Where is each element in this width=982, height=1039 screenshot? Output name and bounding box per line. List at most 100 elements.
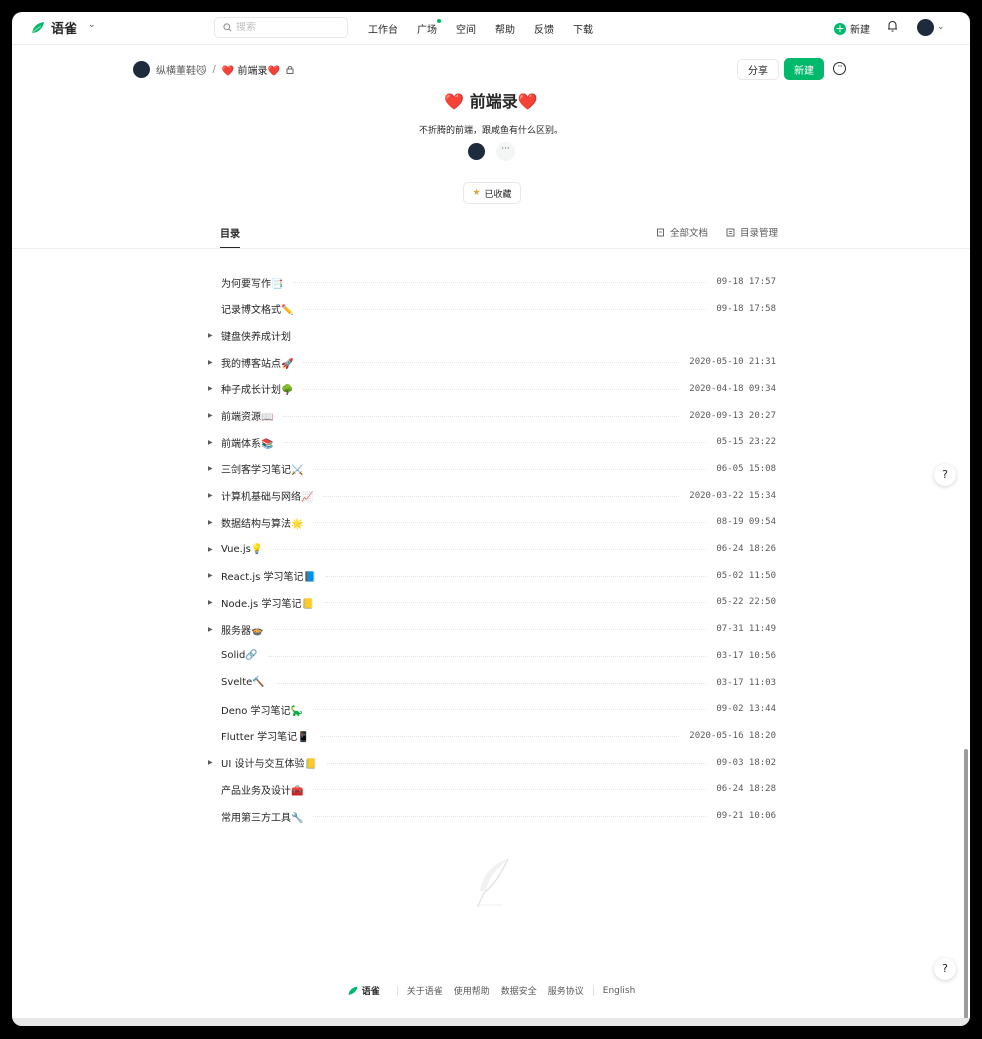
list-item-title[interactable]: Node.js 学习笔记📒	[221, 595, 314, 610]
yuque-logo-icon	[348, 986, 358, 995]
caret-right-icon[interactable]: ▶	[208, 439, 213, 446]
nav-workbench[interactable]: 工作台	[368, 21, 398, 36]
logo[interactable]: 语雀	[30, 18, 77, 37]
list-item-title[interactable]: 计算机基础与网络📈	[221, 488, 313, 503]
caret-right-icon[interactable]: ▶	[208, 465, 213, 472]
list-item-title[interactable]: 产品业务及设计🧰	[221, 782, 303, 797]
nav-plaza[interactable]: 广场	[417, 19, 441, 36]
list-item[interactable]: Deno 学习笔记🦕 09-02 13:44	[202, 696, 782, 722]
avatar[interactable]	[467, 142, 486, 161]
app-name: 语雀	[51, 22, 78, 37]
caret-right-icon[interactable]: ▶	[208, 546, 213, 553]
list-item-title[interactable]: 为何要写作📑	[221, 275, 283, 290]
caret-right-icon[interactable]: ▶	[208, 385, 213, 392]
dotted-leader	[273, 549, 706, 550]
caret-right-icon[interactable]: ▶	[208, 572, 213, 579]
header-new-label: 新建	[850, 25, 870, 36]
list-item[interactable]: ▶ 我的博客站点🚀 2020-05-10 21:31	[202, 349, 782, 375]
list-item-title[interactable]: React.js 学习笔记📘	[221, 568, 316, 583]
catalog-manage-button[interactable]: 目录管理	[726, 225, 778, 239]
more-options-icon[interactable]: ···	[833, 62, 846, 75]
list-item[interactable]: ▶ Node.js 学习笔记📒 05-22 22:50	[202, 589, 782, 615]
footer-link-about[interactable]: 关于语雀	[407, 984, 443, 997]
list-item[interactable]: ▶ UI 设计与交互体验📒 09-03 18:02	[202, 750, 782, 776]
header-new-button[interactable]: + 新建	[834, 21, 870, 36]
list-item-title[interactable]: 三剑客学习笔记⚔️	[221, 461, 303, 476]
list-item[interactable]: ▶ 键盘侠养成计划	[202, 322, 782, 348]
caret-right-icon[interactable]: ▶	[208, 599, 213, 606]
all-docs-button[interactable]: 全部文档	[656, 225, 708, 239]
nav-help[interactable]: 帮助	[495, 21, 515, 36]
list-item[interactable]: ▶ 种子成长计划🌳 2020-04-18 09:34	[202, 376, 782, 402]
new-button[interactable]: 新建	[784, 58, 824, 80]
chevron-down-icon[interactable]: ⌄	[937, 22, 945, 32]
list-item[interactable]: Flutter 学习笔记📱 2020-05-16 18:20	[202, 723, 782, 749]
help-button[interactable]: ?	[934, 958, 956, 980]
nav-download[interactable]: 下载	[573, 21, 593, 36]
list-item[interactable]: ▶ 服务器🍲 07-31 11:49	[202, 616, 782, 642]
bell-icon[interactable]	[887, 20, 898, 32]
list-item-title[interactable]: UI 设计与交互体验📒	[221, 755, 317, 770]
list-item-title[interactable]: 常用第三方工具🔧	[221, 809, 303, 824]
caret-right-icon[interactable]: ▶	[208, 412, 213, 419]
caret-right-icon[interactable]: ▶	[208, 626, 213, 633]
language-switch[interactable]: English	[603, 986, 636, 996]
horizontal-scrollbar[interactable]	[12, 1018, 970, 1026]
list-item-title[interactable]: Vue.js💡	[221, 544, 263, 555]
list-item[interactable]: ▶ Vue.js💡 06-24 18:26	[202, 536, 782, 562]
user-avatar[interactable]	[917, 19, 934, 36]
list-item[interactable]: ▶ 三剑客学习笔记⚔️ 06-05 15:08	[202, 456, 782, 482]
list-item-title[interactable]: 服务器🍲	[221, 622, 263, 637]
caret-right-icon[interactable]: ▶	[208, 492, 213, 499]
list-item[interactable]: 常用第三方工具🔧 09-21 10:06	[202, 803, 782, 829]
footer-link-help[interactable]: 使用帮助	[454, 984, 490, 997]
list-item[interactable]: 为何要写作📑 09-18 17:57	[202, 269, 782, 295]
list-item-title[interactable]: Svelte🔨	[221, 677, 265, 688]
breadcrumb-user[interactable]: 纵横董鞋😼	[156, 62, 206, 77]
footer-link-security[interactable]: 数据安全	[501, 984, 537, 997]
tab-catalog[interactable]: 目录	[220, 225, 240, 240]
list-item[interactable]: ▶ 前端体系📚 05-15 23:22	[202, 429, 782, 455]
footer-logo[interactable]: 语雀	[347, 984, 380, 997]
caret-right-icon[interactable]: ▶	[208, 359, 213, 366]
favorite-button[interactable]: ★ 已收藏	[463, 182, 521, 204]
list-item[interactable]: 产品业务及设计🧰 06-24 18:28	[202, 776, 782, 802]
list-item-title[interactable]: 数据结构与算法🌟	[221, 515, 303, 530]
list-item-title[interactable]: Flutter 学习笔记📱	[221, 728, 310, 743]
members-more-button[interactable]: ···	[496, 142, 515, 161]
list-item-title[interactable]: 记录博文格式✏️	[221, 301, 293, 316]
list-item-title[interactable]: Solid🔗	[221, 650, 258, 661]
chevron-down-icon[interactable]: ⌄	[88, 20, 96, 30]
avatar[interactable]	[133, 61, 150, 78]
list-item-title[interactable]: 前端体系📚	[221, 435, 273, 450]
list-item-title[interactable]: 前端资源📖	[221, 408, 273, 423]
search-box[interactable]	[214, 17, 348, 38]
list-item-title[interactable]: 我的博客站点🚀	[221, 355, 293, 370]
top-header: 语雀 ⌄ 工作台 广场 空间 帮助 反馈 下载 + 新建 ⌄	[12, 12, 970, 45]
list-item[interactable]: Svelte🔨 03-17 11:03	[202, 670, 782, 696]
share-button[interactable]: 分享	[737, 59, 779, 80]
list-item-title[interactable]: 种子成长计划🌳	[221, 381, 293, 396]
all-docs-label: 全部文档	[670, 228, 709, 239]
caret-right-icon[interactable]: ▶	[208, 332, 213, 339]
scrollbar[interactable]	[964, 749, 968, 1019]
footer-link-terms[interactable]: 服务协议	[548, 984, 584, 997]
search-input[interactable]	[236, 22, 336, 33]
list-item[interactable]: ▶ 数据结构与算法🌟 08-19 09:54	[202, 509, 782, 535]
list-item[interactable]: ▶ 前端资源📖 2020-09-13 20:27	[202, 403, 782, 429]
list-item-title[interactable]: Deno 学习笔记🦕	[221, 702, 303, 717]
list-item[interactable]: ▶ React.js 学习笔记📘 05-02 11:50	[202, 563, 782, 589]
nav-space[interactable]: 空间	[456, 21, 476, 36]
list-item[interactable]: 记录博文格式✏️ 09-18 17:58	[202, 296, 782, 322]
list-item[interactable]: ▶ 计算机基础与网络📈 2020-03-22 15:34	[202, 483, 782, 509]
nav-feedback[interactable]: 反馈	[534, 21, 554, 36]
list-item-title[interactable]: 键盘侠养成计划	[221, 328, 291, 343]
caret-right-icon[interactable]: ▶	[208, 759, 213, 766]
breadcrumb-book[interactable]: ❤️ 前端录❤️	[222, 62, 280, 77]
help-button[interactable]: ?	[934, 464, 956, 486]
list-item-date: 2020-04-18 09:34	[689, 383, 776, 394]
list-item-date: 2020-03-22 15:34	[689, 490, 776, 501]
caret-right-icon[interactable]: ▶	[208, 519, 213, 526]
dotted-leader	[303, 388, 679, 390]
list-item[interactable]: Solid🔗 03-17 10:56	[202, 643, 782, 669]
